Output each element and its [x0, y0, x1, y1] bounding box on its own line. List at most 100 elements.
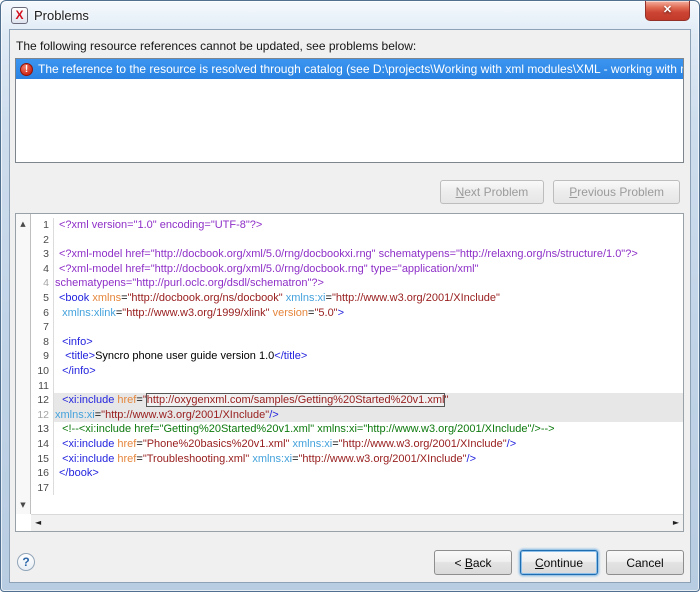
code-line: <?xml-model href="http://docbook.org/xml… [54, 247, 683, 262]
code-token: /> [269, 409, 278, 421]
code-row[interactable]: 5<book xmlns="http://docbook.org/ns/docb… [32, 291, 683, 306]
code-row[interactable]: 15 <xi:include href="Troubleshooting.xml… [32, 452, 683, 467]
problems-dialog: X Problems ✕ The following resource refe… [0, 0, 700, 592]
code-line: <xi:include href="Phone%20basics%20v1.xm… [54, 437, 683, 452]
code-token: </info> [62, 365, 96, 377]
code-row[interactable]: 16 </book> [32, 466, 683, 481]
line-number: 16 [32, 466, 54, 481]
line-number: 5 [32, 291, 54, 306]
problem-item-selected[interactable]: ! The reference to the resource is resol… [16, 59, 683, 79]
code-token: <xi:include [62, 438, 117, 450]
code-row[interactable]: 12 <xi:include href="http://oxygenxml.co… [32, 393, 683, 408]
code-token: " [444, 394, 448, 406]
code-row[interactable]: 8 <info> [32, 335, 683, 350]
continue-mnemonic: C [535, 556, 544, 570]
code-token: "http://www.w3.org/2001/XInclude" [332, 292, 500, 304]
code-row[interactable]: 7 [32, 320, 683, 335]
code-token: "http://www.w3.org/2001/XInclude" [101, 409, 269, 421]
scroll-right-icon[interactable]: ► [673, 519, 679, 527]
problem-nav-buttons: Next Problem Previous Problem [440, 180, 680, 204]
code-line: <?xml-model href="http://docbook.org/xml… [54, 262, 683, 277]
close-button[interactable]: ✕ [645, 1, 690, 21]
code-row[interactable]: 2 [32, 233, 683, 248]
line-number: 7 [32, 320, 54, 335]
code-token: > [338, 307, 344, 319]
code-row[interactable]: 13 <!--<xi:include href="Getting%20Start… [32, 422, 683, 437]
code-token: "Troubleshooting.xml" [143, 453, 249, 465]
code-line: </info> [54, 364, 683, 379]
code-row[interactable]: 4<?xml-model href="http://docbook.org/xm… [32, 262, 683, 277]
scroll-down-icon[interactable]: ▼ [20, 502, 25, 509]
code-token: </book> [59, 467, 99, 479]
code-token: href [117, 453, 136, 465]
continue-button[interactable]: Continue [520, 550, 598, 575]
code-row[interactable]: 11 [32, 379, 683, 394]
code-row[interactable]: 3 <?xml-model href="http://docbook.org/xm… [32, 247, 683, 262]
footer-buttons: < Back Continue Cancel [434, 550, 684, 575]
code-row[interactable]: 9 <title>Syncro phone user guide version… [32, 349, 683, 364]
code-token: </title> [274, 350, 307, 362]
editor-gutter-strip: ▲ ▼ [16, 214, 31, 514]
code-line: </book> [54, 466, 683, 481]
code-line: <book xmlns="http://docbook.org/ns/docbo… [54, 291, 683, 306]
code-line: <?xml version="1.0" encoding="UTF-8"?> [54, 218, 683, 233]
code-rows[interactable]: 1<?xml version="1.0" encoding="UTF-8"?>2… [32, 214, 683, 514]
next-problem-mnemonic: N [456, 185, 465, 199]
line-number: 10 [32, 364, 54, 379]
message-label: The following resource references cannot… [16, 39, 416, 53]
code-token: <book [59, 292, 92, 304]
previous-problem-button[interactable]: Previous Problem [553, 180, 680, 204]
code-token: <?xml-model href="http://docbook.org/xml… [59, 263, 478, 275]
problem-text: The reference to the resource is resolve… [38, 62, 683, 76]
line-number: 17 [32, 481, 54, 496]
code-token: xmlns:xi [252, 453, 292, 465]
code-line: <xi:include href="Troubleshooting.xml" x… [54, 452, 683, 467]
back-button[interactable]: < Back [434, 550, 512, 575]
code-token: xmlns:xlink [62, 307, 116, 319]
code-token: <title> [65, 350, 95, 362]
code-line [54, 233, 683, 248]
code-row[interactable]: 1<?xml version="1.0" encoding="UTF-8"?> [32, 218, 683, 233]
code-row[interactable]: 17 [32, 481, 683, 496]
line-number: 6 [32, 306, 54, 321]
back-label: ack [473, 556, 492, 570]
code-row[interactable]: 10 </info> [32, 364, 683, 379]
code-row[interactable]: 4schematypens="http://purl.oclc.org/dsdl… [32, 276, 683, 291]
code-line: xmlns:xi="http://www.w3.org/2001/XInclud… [54, 408, 683, 423]
code-token: <info> [62, 336, 93, 348]
code-token: <xi:include [62, 453, 117, 465]
scroll-left-icon[interactable]: ◄ [35, 519, 41, 527]
code-line [54, 481, 683, 496]
line-number: 9 [32, 349, 54, 364]
titlebar[interactable]: X Problems [1, 1, 699, 29]
line-number: 3 [32, 247, 54, 262]
code-token: <?xml-model href="http://docbook.org/xml… [59, 248, 638, 260]
code-token: xmlns:xi [292, 438, 332, 450]
code-token: version [273, 307, 308, 319]
code-token: "Phone%20basics%20v1.xml" [143, 438, 290, 450]
code-token: "http://www.w3.org/1999/xlink" [122, 307, 269, 319]
code-token: href [117, 394, 136, 406]
code-row[interactable]: 12xmlns:xi="http://www.w3.org/2001/XIncl… [32, 408, 683, 423]
back-mnemonic: B [465, 556, 473, 570]
next-problem-button[interactable]: Next Problem [440, 180, 545, 204]
horizontal-scrollbar[interactable]: ◄ ► [31, 514, 683, 531]
help-button[interactable]: ? [17, 553, 35, 571]
code-token: xmlns:xi [286, 292, 326, 304]
problems-list[interactable]: ! The reference to the resource is resol… [15, 58, 684, 163]
line-number: 14 [32, 437, 54, 452]
code-token: "http://www.w3.org/2001/XInclude" [339, 438, 507, 450]
code-row[interactable]: 6 xmlns:xlink="http://www.w3.org/1999/xl… [32, 306, 683, 321]
scroll-up-icon[interactable]: ▲ [20, 221, 25, 228]
code-row[interactable]: 14 <xi:include href="Phone%20basics%20v1… [32, 437, 683, 452]
xml-code-editor[interactable]: ▲ ▼ 1<?xml version="1.0" encoding="UTF-8… [15, 213, 684, 532]
code-line [54, 379, 683, 394]
previous-problem-label: revious Problem [577, 185, 664, 199]
problem-reference-highlight: http://oxygenxml.com/samples/Getting%20S… [147, 394, 445, 406]
cancel-button[interactable]: Cancel [606, 550, 684, 575]
window-title: Problems [34, 8, 89, 23]
code-token: xmlns:xi [55, 409, 95, 421]
code-line: <title>Syncro phone user guide version 1… [54, 349, 683, 364]
line-number: 12 [32, 408, 54, 423]
code-token: "http://www.w3.org/2001/XInclude" [299, 453, 467, 465]
